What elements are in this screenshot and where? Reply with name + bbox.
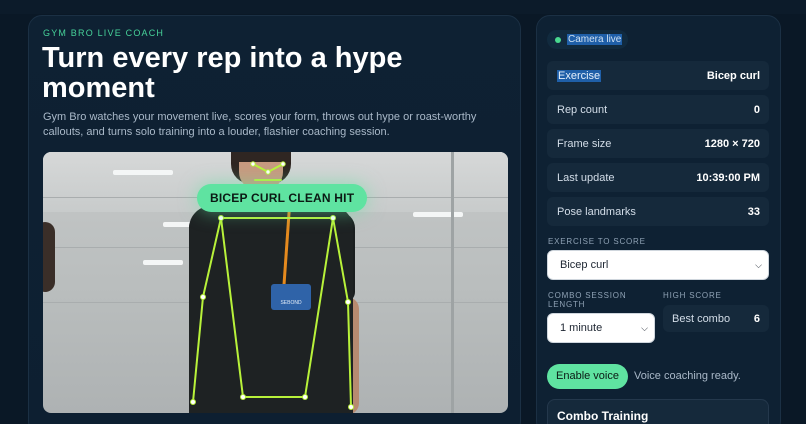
best-combo-card: Best combo 6 [663,305,769,332]
stat-row-last-update: Last update 10:39:00 PM [547,163,769,192]
hero-card: GYM BRO LIVE COACH Turn every rep into a… [28,15,521,424]
session-length-label: COMBO SESSION LENGTH [548,291,627,309]
page-title: Turn every rep into a hype moment [42,42,403,104]
combo-training-title: Combo Training [557,409,649,423]
combo-training-card: Combo Training [547,399,769,424]
enable-voice-button[interactable]: Enable voice [547,364,628,389]
session-length-value: 1 minute [560,322,603,334]
best-combo-value: 6 [753,312,760,325]
voice-status-text: Voice coaching ready. [634,370,741,382]
stat-value: 0 [753,103,760,116]
best-combo-label: Best combo [672,312,731,325]
stats-panel: Camera live Exercise Bicep curl Rep coun… [536,15,781,424]
stat-label: Last update [557,171,615,184]
stat-row-frame-size: Frame size 1280 × 720 [547,129,769,158]
exercise-select-value: Bicep curl [560,259,609,271]
stat-value: Bicep curl [706,69,760,82]
chevron-down-icon: ⌵ [641,322,648,333]
stat-value: 33 [747,205,760,218]
top-bar [0,0,806,14]
camera-status-badge: Camera live [547,30,629,49]
stat-value: 10:39:00 PM [696,171,760,184]
camera-feed: SEBOND BICEP CURL CLEAN HIT [43,152,508,413]
stat-label: Frame size [557,137,612,150]
eyebrow-label: GYM BRO LIVE COACH [43,28,165,38]
camera-status-text: Camera live [567,34,623,45]
hero-description: Gym Bro watches your movement live, scor… [43,111,477,138]
rep-callout-pill: BICEP CURL CLEAN HIT [197,184,368,212]
stat-label: Pose landmarks [557,205,636,218]
exercise-select-label: EXERCISE TO SCORE [548,237,646,246]
stat-row-pose-landmarks: Pose landmarks 33 [547,197,769,226]
high-score-label: HIGH SCORE [663,291,722,300]
stat-label: Exercise [557,69,602,82]
stat-row-exercise: Exercise Bicep curl [547,61,769,90]
exercise-select[interactable]: Bicep curl ⌵ [547,250,769,280]
stat-label: Rep count [557,103,608,116]
live-indicator-icon [555,36,561,43]
session-length-select[interactable]: 1 minute ⌵ [547,313,655,343]
chevron-down-icon: ⌵ [755,259,762,270]
stat-value: 1280 × 720 [704,137,760,150]
stat-row-rep-count: Rep count 0 [547,95,769,124]
